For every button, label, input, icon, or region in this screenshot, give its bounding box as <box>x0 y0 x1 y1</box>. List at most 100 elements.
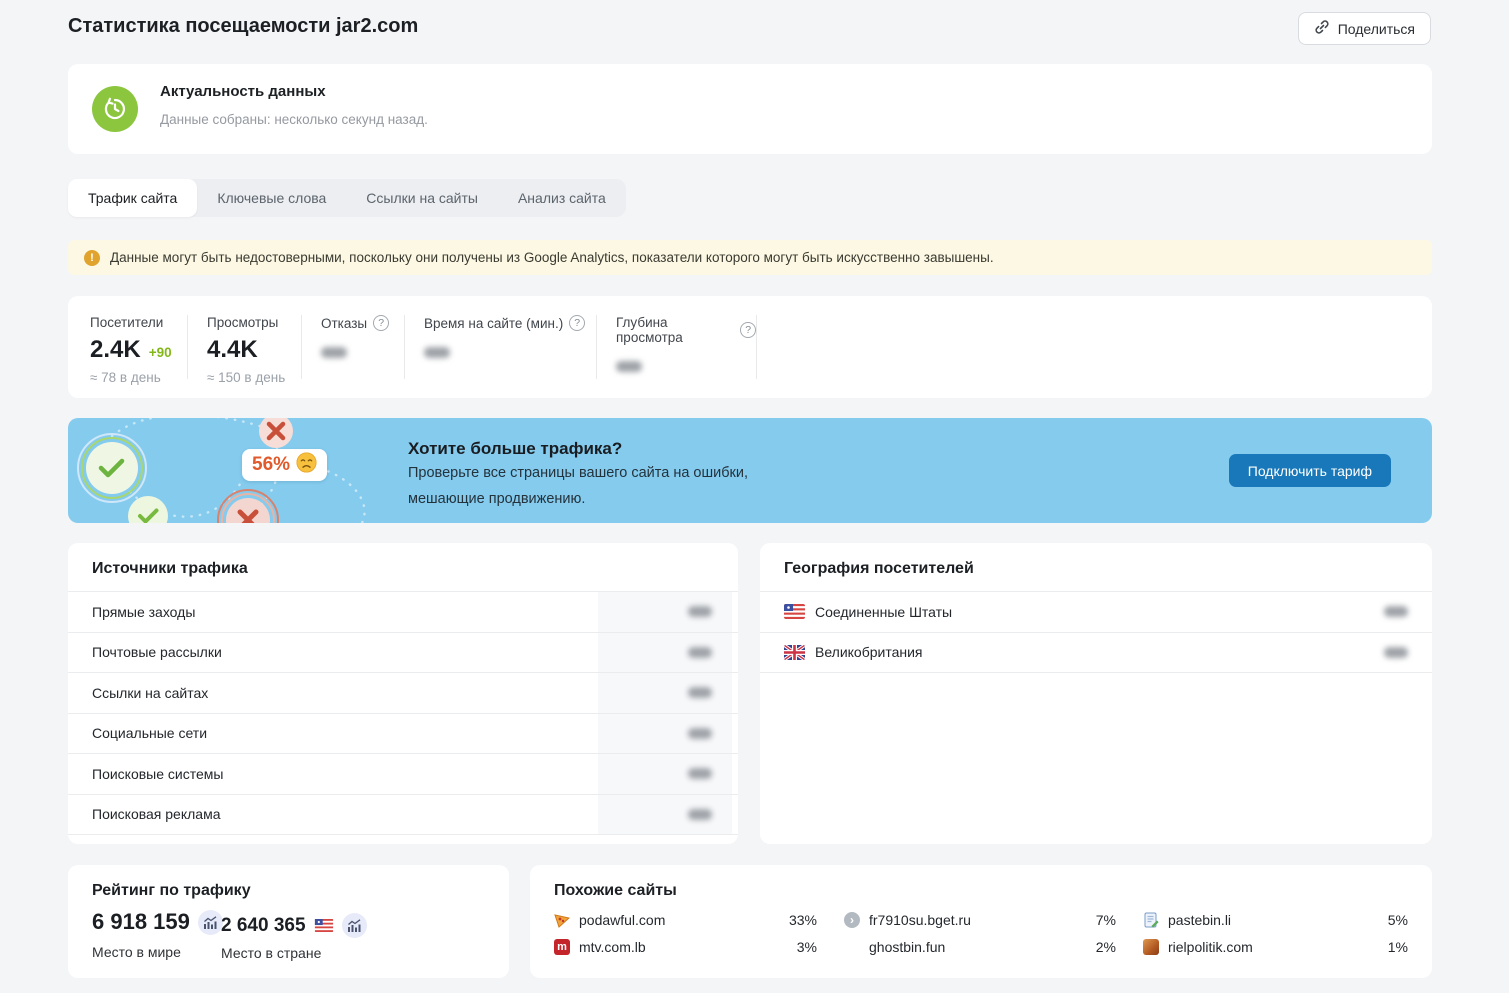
promo-decoration-art <box>77 418 366 523</box>
similar-sites-card: Похожие сайты podawful.com 33% › fr7910s… <box>530 865 1432 978</box>
blurred-value <box>688 727 712 739</box>
source-label: Поисковая реклама <box>92 806 221 823</box>
blurred-value <box>321 347 347 358</box>
similar-site-domain[interactable]: fr7910su.bget.ru <box>869 912 971 928</box>
promo-text-line1: Проверьте все страницы вашего сайта на о… <box>408 465 748 481</box>
sad-emoji-icon <box>296 452 317 478</box>
source-row-search: Поисковые системы <box>68 754 738 795</box>
help-icon[interactable]: ? <box>569 315 586 331</box>
world-rank-label: Место в мире <box>92 944 181 960</box>
pizza-favicon <box>554 912 570 928</box>
geo-row-united-kingdom: Великобритания <box>760 633 1432 673</box>
history-clock-icon <box>92 86 138 132</box>
us-flag-icon <box>784 604 805 620</box>
rank-chart-icon <box>197 909 223 935</box>
similar-sites-grid: podawful.com 33% › fr7910su.bget.ru 7% p… <box>554 909 1408 958</box>
similar-site-domain[interactable]: rielpolitik.com <box>1168 939 1253 955</box>
metric-visitors-per-day: ≈ 78 в день <box>90 370 161 385</box>
freshness-subtitle: Данные собраны: несколько секунд назад. <box>160 112 428 127</box>
similar-site-pastebin: pastebin.li 5% <box>1143 909 1408 931</box>
error-percent-value: 56% <box>252 454 291 475</box>
blurred-value <box>1384 646 1408 658</box>
source-label: Почтовые рассылки <box>92 644 222 661</box>
blurred-value <box>688 687 712 699</box>
metric-bounces-label: Отказы <box>321 315 368 331</box>
section-tabs: Трафик сайта Ключевые слова Ссылки на са… <box>68 179 626 217</box>
document-pencil-favicon <box>1143 912 1159 928</box>
share-button[interactable]: Поделиться <box>1297 12 1431 45</box>
source-row-direct: Прямые заходы <box>68 592 738 633</box>
similar-site-domain[interactable]: pastebin.li <box>1168 912 1231 928</box>
similar-site-percent: 2% <box>1095 939 1116 955</box>
traffic-rating-title: Рейтинг по трафику <box>92 882 251 899</box>
data-freshness-card: Актуальность данных Данные собраны: неск… <box>68 64 1432 154</box>
geography-title: География посетителей <box>784 560 974 577</box>
source-label: Социальные сети <box>92 725 208 742</box>
similar-site-rielpolitik: rielpolitik.com 1% <box>1143 936 1408 958</box>
warning-icon: ! <box>84 249 100 266</box>
source-row-social: Социальные сети <box>68 714 738 754</box>
similar-site-domain[interactable]: ghostbin.fun <box>869 939 945 955</box>
link-icon <box>1314 19 1330 38</box>
geography-list: Соединенные Штаты Великобритания <box>760 591 1432 673</box>
traffic-sources-title: Источники трафика <box>92 560 248 577</box>
similar-site-domain[interactable]: mtv.com.lb <box>579 939 646 955</box>
metric-visitors-value: 2.4K <box>90 336 141 363</box>
key-metrics-card: Посетители 2.4K +90 ≈ 78 в день Просмотр… <box>68 296 1432 398</box>
tab-backlinks[interactable]: Ссылки на сайты <box>346 179 498 217</box>
red-m-favicon: m <box>554 939 570 955</box>
gb-flag-icon <box>784 644 805 660</box>
blurred-value <box>616 361 642 372</box>
promo-title: Хотите больше трафика? <box>408 439 623 458</box>
source-label: Прямые заходы <box>92 603 196 620</box>
similar-site-mtv: m mtv.com.lb 3% <box>554 936 817 958</box>
similar-site-percent: 33% <box>788 912 817 928</box>
similar-site-percent: 1% <box>1387 939 1408 955</box>
rank-chart-icon <box>341 913 367 938</box>
similar-site-domain[interactable]: podawful.com <box>579 912 665 928</box>
metric-visitors: Посетители 2.4K +90 ≈ 78 в день <box>68 315 188 385</box>
similar-site-ghostbin: ghostbin.fun 2% <box>844 936 1116 958</box>
metric-time-on-site: Время на сайте (мин.) ? <box>405 315 597 379</box>
metric-visitors-delta: +90 <box>148 345 172 360</box>
metric-visitors-label: Посетители <box>90 315 164 330</box>
country-label: Соединенные Штаты <box>815 603 953 620</box>
metric-view-depth: Глубина просмотра ? <box>597 315 757 379</box>
similar-site-podawful: podawful.com 33% <box>554 909 817 931</box>
blurred-value <box>688 606 712 618</box>
blurred-value <box>688 808 712 820</box>
country-rank-block: 2 640 365 Место в стране <box>221 913 367 961</box>
traffic-sources-card: Источники трафика Прямые заходы Почтовые… <box>68 543 738 844</box>
source-row-email: Почтовые рассылки <box>68 633 738 673</box>
country-rank-label: Место в стране <box>221 945 322 961</box>
blurred-value <box>1384 606 1408 618</box>
metric-bounces: Отказы ? <box>302 315 405 379</box>
metric-view-depth-label: Глубина просмотра <box>616 315 683 345</box>
world-rank-block: 6 918 159 Место в мире <box>92 909 223 960</box>
tab-keywords[interactable]: Ключевые слова <box>197 179 346 217</box>
promo-text-line2: мешающие продвижению. <box>408 491 586 507</box>
connect-plan-button[interactable]: Подключить тариф <box>1228 454 1391 487</box>
source-label: Ссылки на сайтах <box>92 684 209 701</box>
us-flag-icon <box>314 919 334 932</box>
similar-site-percent: 7% <box>1095 912 1116 928</box>
warning-text: Данные могут быть недостоверными, поскол… <box>110 250 994 265</box>
metric-time-on-site-label: Время на сайте (мин.) <box>424 315 564 331</box>
help-icon[interactable]: ? <box>740 322 756 338</box>
freshness-title: Актуальность данных <box>160 83 326 100</box>
tab-site-analysis[interactable]: Анализ сайта <box>498 179 626 217</box>
traffic-stats-page: Статистика посещаемости jar2.com Поделит… <box>0 0 1509 993</box>
metric-views-label: Просмотры <box>207 315 279 330</box>
metric-views-per-day: ≈ 150 в день <box>207 370 286 385</box>
help-icon[interactable]: ? <box>373 315 390 331</box>
error-percent-badge: 56% <box>242 449 328 481</box>
country-rank-value: 2 640 365 <box>221 914 306 936</box>
similar-site-percent: 5% <box>1387 912 1408 928</box>
source-row-ads: Поисковая реклама <box>68 795 738 835</box>
tab-site-traffic[interactable]: Трафик сайта <box>68 179 198 217</box>
blurred-value <box>424 347 450 358</box>
source-row-referral: Ссылки на сайтах <box>68 673 738 714</box>
metric-views: Просмотры 4.4K ≈ 150 в день <box>188 315 302 385</box>
chevron-circle-favicon: › <box>844 912 860 928</box>
blurred-value <box>688 646 712 658</box>
